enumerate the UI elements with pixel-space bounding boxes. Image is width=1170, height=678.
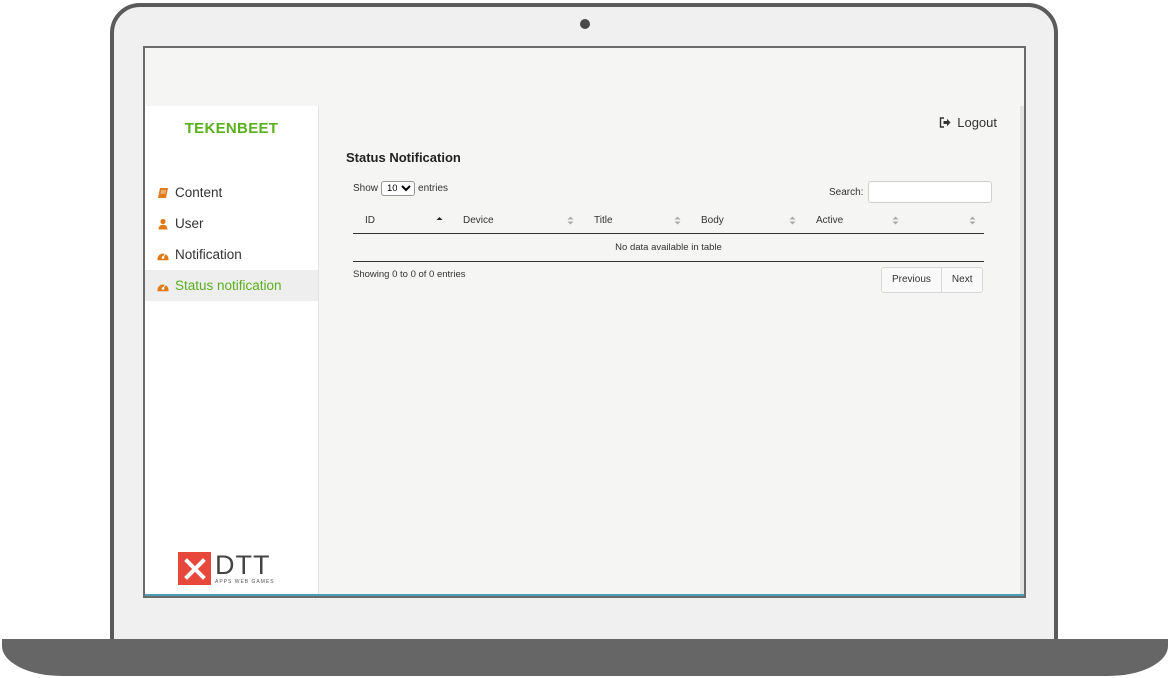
table-row: No data available in table [353,233,984,262]
sidebar-item-label: Notification [175,247,242,262]
sort-both-icon [567,216,574,225]
screen-bottom-border [145,594,1024,596]
logout-label: Logout [957,115,997,130]
column-header-active[interactable]: Active [804,208,907,234]
page-title: Status Notification [346,150,461,165]
search-input[interactable] [868,181,993,203]
column-header-title[interactable]: Title [582,208,689,234]
dtt-logo-tagline: APPS WEB GAMES [215,579,275,585]
empty-table-message: No data available in table [353,233,984,262]
table-info: Showing 0 to 0 of 0 entries [353,269,466,280]
sort-both-icon [969,216,976,225]
table-search: Search: [829,181,993,203]
entries-select[interactable]: 10 [381,181,416,196]
user-icon [157,218,169,230]
sort-both-icon [789,216,796,225]
dtt-x-icon [178,552,211,585]
scrollbar[interactable] [1020,106,1024,596]
column-header-device[interactable]: Device [451,208,582,234]
sidebar-item-content[interactable]: Content [145,177,318,208]
column-header-body[interactable]: Body [689,208,804,234]
column-header-id[interactable]: ID [353,208,451,234]
sign-out-icon [940,117,951,128]
previous-button[interactable]: Previous [882,268,941,292]
dashboard-icon [157,249,169,261]
brand-logo[interactable]: TEKENBEET [145,120,318,137]
entries-length-control: Show 10 entries [353,181,448,196]
app-screen: TEKENBEET Content User Notification Stat… [143,46,1026,598]
dashboard-icon [157,280,169,292]
sidebar-item-notification[interactable]: Notification [145,239,318,270]
next-button[interactable]: Next [940,268,983,292]
search-label: Search: [829,186,864,198]
logout-button[interactable]: Logout [939,115,997,130]
book-icon [157,187,169,199]
sidebar: TEKENBEET Content User Notification Stat… [145,106,319,596]
sidebar-nav: Content User Notification Status notific… [145,177,318,301]
status-notification-table: ID Device Title Body Active No data avai… [353,208,984,262]
length-suffix: entries [418,183,449,194]
table-header-row: ID Device Title Body Active [353,208,984,234]
length-prefix: Show [353,183,379,194]
laptop-base [2,639,1168,676]
sidebar-item-label: Content [175,185,223,200]
sort-both-icon [674,216,681,225]
column-header-actions[interactable] [907,208,984,234]
sort-asc-icon [436,217,443,220]
sort-both-icon [892,216,899,225]
dtt-logo: DTT APPS WEB GAMES [178,552,275,585]
dtt-logo-text: DTT [215,550,271,580]
sidebar-item-status-notification[interactable]: Status notification [145,270,318,301]
pagination: Previous Next [881,267,984,293]
camera-dot [580,19,590,29]
sidebar-item-user[interactable]: User [145,208,318,239]
sidebar-item-label: Status notification [175,278,282,293]
sidebar-item-label: User [175,216,204,231]
